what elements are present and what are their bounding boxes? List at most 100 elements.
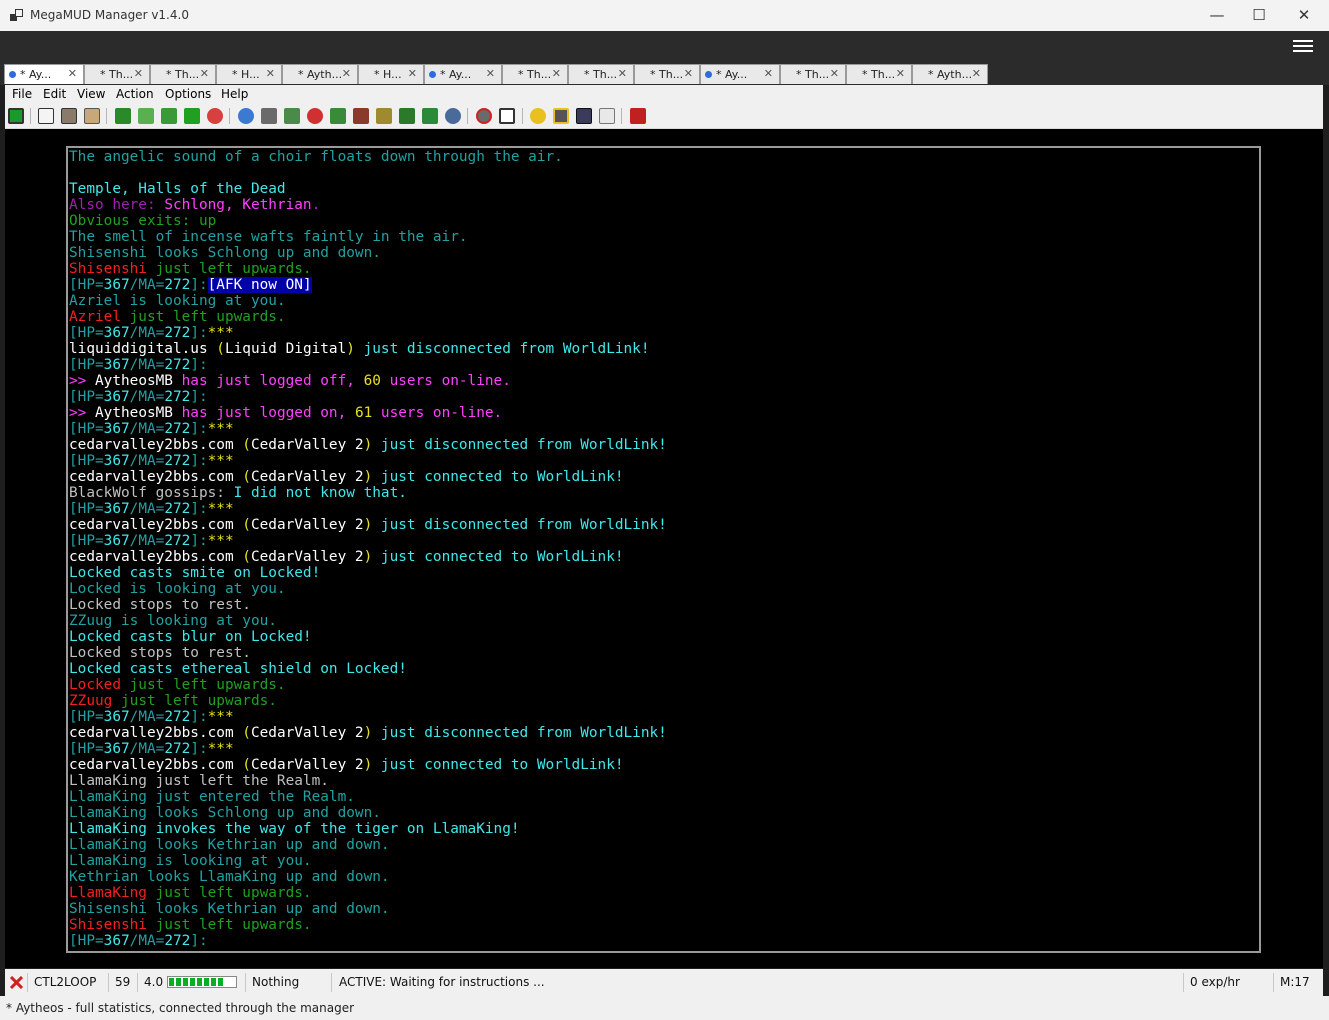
- go-icon[interactable]: [115, 108, 131, 124]
- session-tab[interactable]: * H... ✕: [216, 64, 282, 84]
- tab-close-icon[interactable]: ✕: [266, 67, 275, 80]
- menu-action[interactable]: Action: [116, 87, 154, 101]
- log-icon[interactable]: [84, 108, 100, 124]
- terminal-segment: /MA=: [129, 741, 165, 757]
- terminal-segment: 272: [164, 389, 191, 405]
- menu-edit[interactable]: Edit: [43, 87, 66, 101]
- tab-close-icon[interactable]: ✕: [830, 67, 839, 80]
- terminal-line: [HP=367/MA=272]:***: [69, 325, 667, 341]
- terminal-segment: LlamaKing looks Kethrian up and down.: [69, 837, 390, 853]
- session-tab[interactable]: * Th... ✕: [502, 64, 568, 84]
- loop-icon[interactable]: [138, 108, 154, 124]
- tab-close-icon[interactable]: ✕: [342, 67, 351, 80]
- session-tab[interactable]: * Ay... ✕: [700, 64, 780, 84]
- terminal-segment: /MA=: [129, 709, 165, 725]
- paste-icon[interactable]: [61, 108, 77, 124]
- terminal-segment: AytheosMB: [95, 405, 173, 421]
- chat-icon[interactable]: [499, 108, 515, 124]
- session-tab[interactable]: * Ay... ✕: [424, 64, 502, 84]
- copy-icon[interactable]: [38, 108, 54, 124]
- sneak-icon[interactable]: [284, 108, 300, 124]
- terminal-text: The angelic sound of a choir floats down…: [69, 149, 667, 949]
- hamburger-menu-icon[interactable]: [1293, 40, 1313, 52]
- terminal-window[interactable]: The angelic sound of a choir floats down…: [5, 129, 1323, 968]
- heart-icon[interactable]: [307, 108, 323, 124]
- session-tab[interactable]: * Th... ✕: [568, 64, 634, 84]
- tab-close-icon[interactable]: ✕: [68, 67, 77, 80]
- sword-icon[interactable]: [261, 108, 277, 124]
- party-icon[interactable]: [330, 108, 346, 124]
- menu-options[interactable]: Options: [165, 87, 211, 101]
- tree-icon[interactable]: [399, 108, 415, 124]
- tab-close-icon[interactable]: ✕: [200, 67, 209, 80]
- settings-icon[interactable]: [530, 108, 546, 124]
- terminal-line: LlamaKing just left upwards.: [69, 885, 667, 901]
- terminal-segment: LlamaKing: [69, 885, 147, 901]
- maximize-button[interactable]: ☐: [1236, 0, 1282, 31]
- no-icon[interactable]: [476, 108, 492, 124]
- terminal-line: Locked casts blur on Locked!: [69, 629, 667, 645]
- stop-icon[interactable]: [207, 108, 223, 124]
- terminal-segment: 367: [103, 501, 130, 517]
- terminal-line: cedarvalley2bbs.com (CedarValley 2) just…: [69, 725, 667, 741]
- menu-file[interactable]: File: [12, 87, 32, 101]
- terminal-segment: just disconnected from WorldLink!: [372, 437, 667, 453]
- session-tab[interactable]: * Th... ✕: [780, 64, 846, 84]
- terminal-line: Shisenshi just left upwards.: [69, 917, 667, 933]
- terminal-segment: LlamaKing just entered the Realm.: [69, 789, 355, 805]
- terminal-line: [HP=367/MA=272]:***: [69, 501, 667, 517]
- close-button[interactable]: ✕: [1281, 0, 1327, 31]
- session-tab[interactable]: * Th... ✕: [634, 64, 700, 84]
- book-icon[interactable]: [630, 108, 646, 124]
- terminal-line: LlamaKing invokes the way of the tiger o…: [69, 821, 667, 837]
- menu-view[interactable]: View: [77, 87, 105, 101]
- terminal-segment: 367: [103, 421, 130, 437]
- map-icon[interactable]: [161, 108, 177, 124]
- session-tab[interactable]: * Ay... ✕: [4, 64, 84, 84]
- search-icon[interactable]: [445, 108, 461, 124]
- tab-close-icon[interactable]: ✕: [618, 67, 627, 80]
- terminal-line: [HP=367/MA=272]:***: [69, 453, 667, 469]
- terminal-segment: CedarValley 2: [250, 517, 364, 533]
- session-tab[interactable]: * Ayth... ✕: [912, 64, 988, 84]
- terminal-line: LlamaKing is looking at you.: [69, 853, 667, 869]
- terminal-segment: (: [242, 469, 251, 485]
- trees-icon[interactable]: [422, 108, 438, 124]
- undo-icon[interactable]: [184, 108, 200, 124]
- tab-close-icon[interactable]: ✕: [972, 67, 981, 80]
- menu-bar: File Edit View Action Options Help: [5, 85, 1323, 104]
- terminal-segment: /MA=: [129, 389, 165, 405]
- box-icon[interactable]: [353, 108, 369, 124]
- terminal-segment: ]:: [190, 533, 208, 549]
- terminal-segment: ]:: [190, 357, 208, 373]
- terminal-segment: Locked casts blur on Locked!: [69, 629, 312, 645]
- tab-close-icon[interactable]: ✕: [764, 67, 773, 80]
- terminal-line: The smell of incense wafts faintly in th…: [69, 229, 667, 245]
- tab-close-icon[interactable]: ✕: [896, 67, 905, 80]
- session-tab[interactable]: * Ayth... ✕: [282, 64, 358, 84]
- terminal-line: ZZuug is looking at you.: [69, 613, 667, 629]
- terminal-segment: Locked stops to rest.: [69, 597, 251, 613]
- sound-icon[interactable]: [576, 108, 592, 124]
- lightbulb-icon[interactable]: [238, 108, 254, 124]
- tab-close-icon[interactable]: ✕: [684, 67, 693, 80]
- session-tab[interactable]: * Th... ✕: [84, 64, 150, 84]
- stats-icon[interactable]: [599, 108, 615, 124]
- tab-close-icon[interactable]: ✕: [134, 67, 143, 80]
- settings2-icon[interactable]: [553, 108, 569, 124]
- session-tab[interactable]: * H... ✕: [358, 64, 424, 84]
- session-tab[interactable]: * Th... ✕: [150, 64, 216, 84]
- tab-close-icon[interactable]: ✕: [486, 67, 495, 80]
- terminal-line: The angelic sound of a choir floats down…: [69, 149, 667, 165]
- minimize-button[interactable]: —: [1194, 0, 1240, 31]
- tab-close-icon[interactable]: ✕: [408, 67, 417, 80]
- connect-icon[interactable]: [8, 108, 24, 124]
- terminal-segment: Locked is looking at you.: [69, 581, 286, 597]
- terminal-segment: Schlong, Kethrian: [164, 197, 312, 213]
- items-icon[interactable]: [376, 108, 392, 124]
- menu-help[interactable]: Help: [221, 87, 248, 101]
- terminal-segment: cedarvalley2bbs.com: [69, 437, 243, 453]
- terminal-segment: Shisenshi: [69, 261, 147, 277]
- tab-close-icon[interactable]: ✕: [552, 67, 561, 80]
- session-tab[interactable]: * Th... ✕: [846, 64, 912, 84]
